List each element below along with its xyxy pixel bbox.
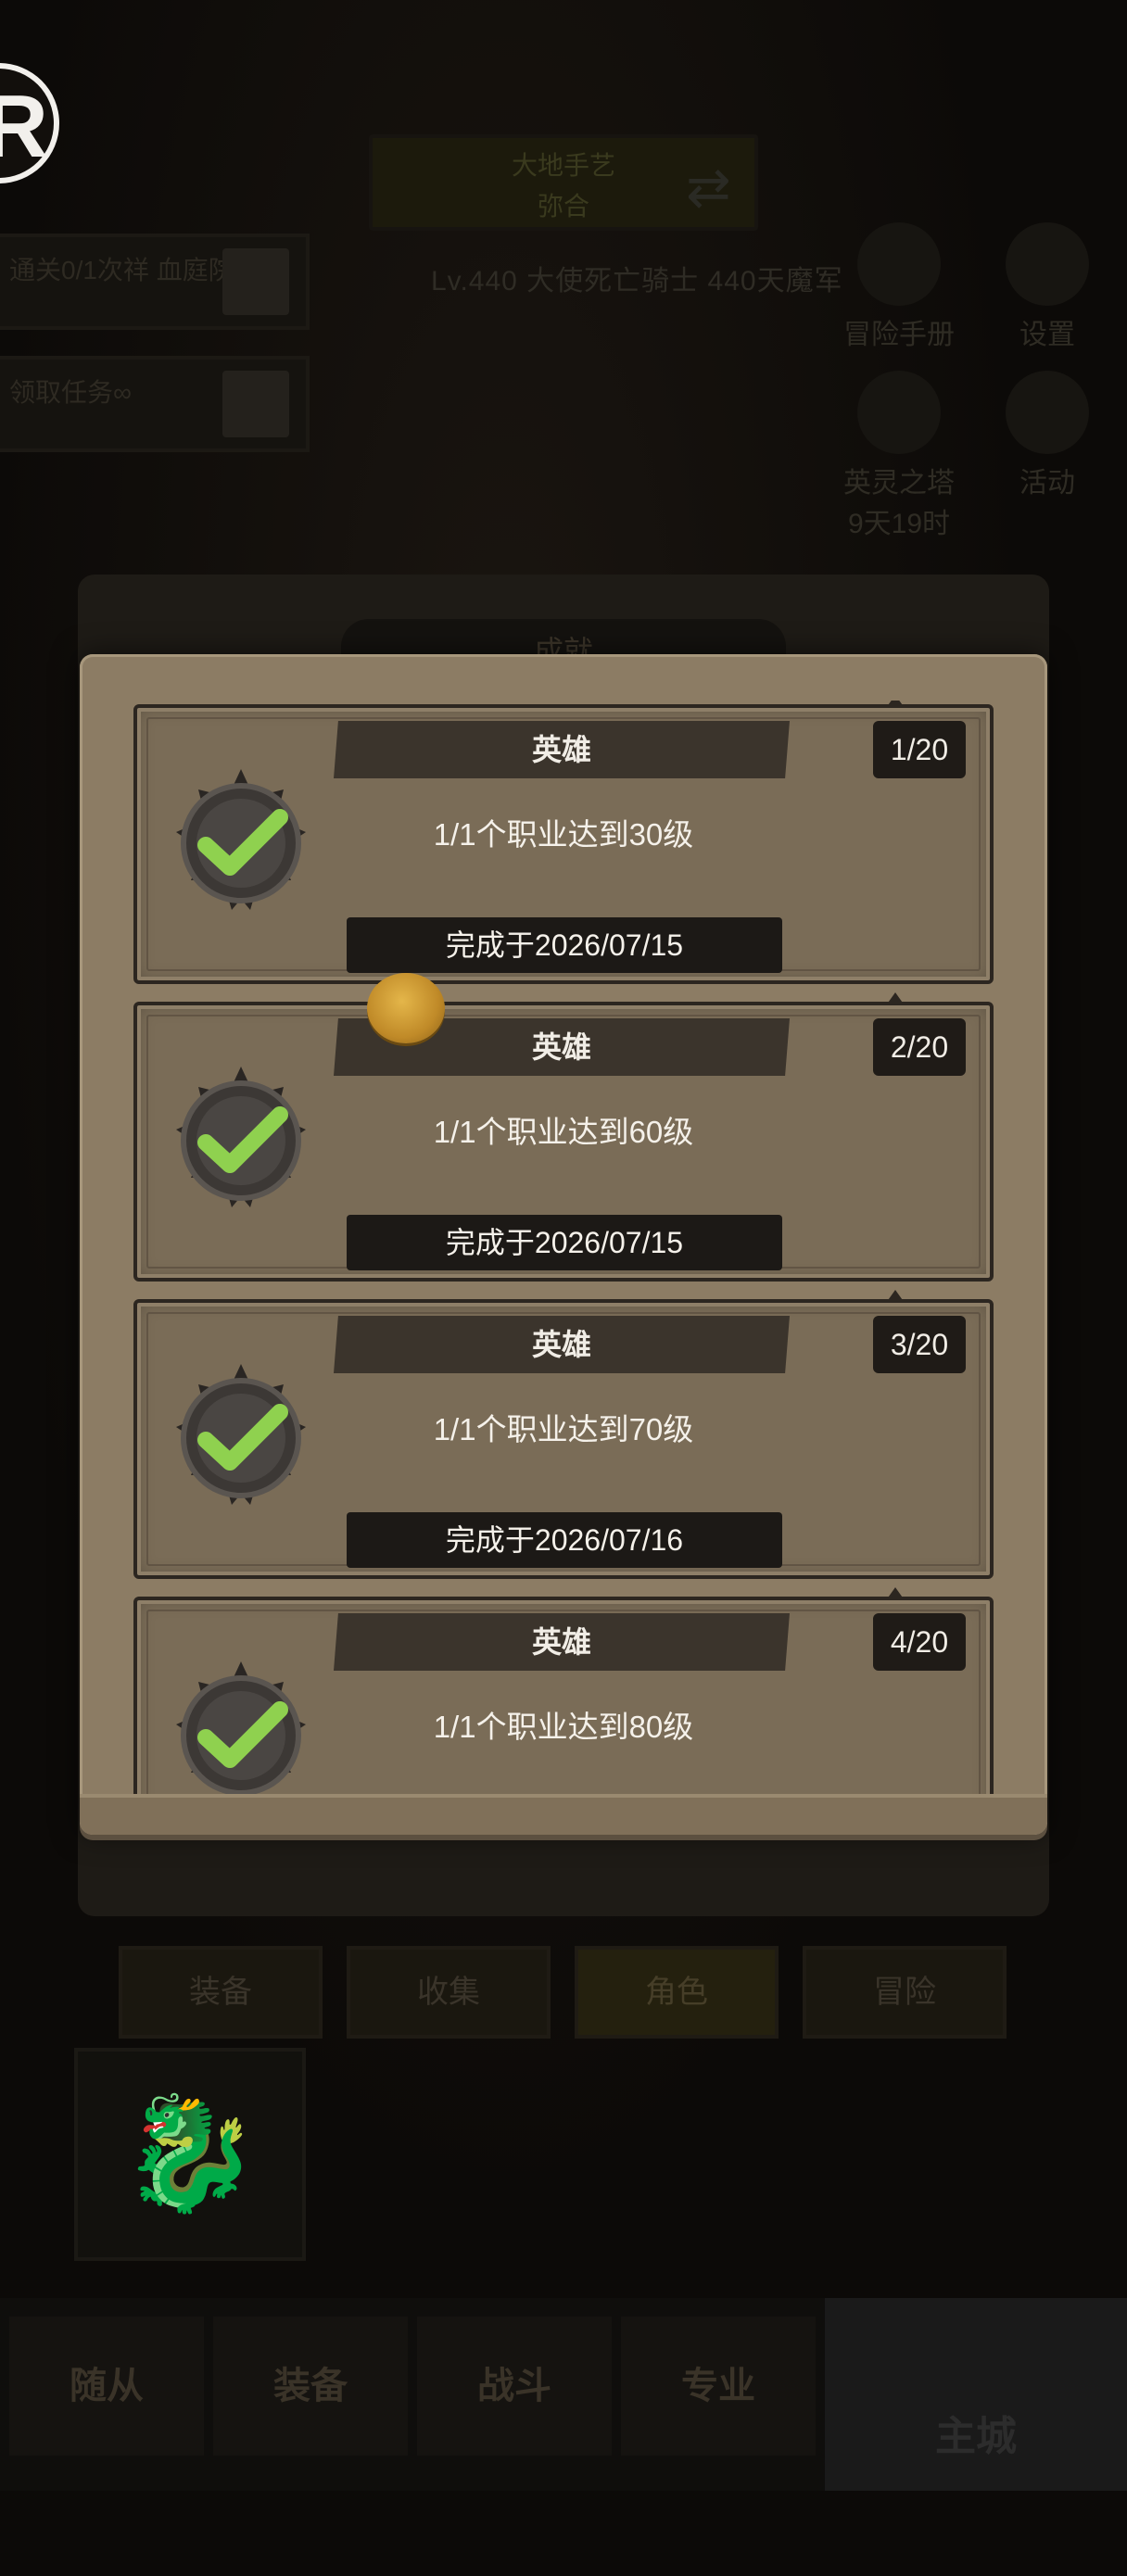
- tower-icon: [857, 371, 941, 454]
- side-button-label: 冒险手册: [843, 320, 955, 350]
- quest-thumb-icon: [222, 248, 289, 315]
- tab-adventure: 冒险: [803, 1946, 1007, 2039]
- achievement-progress: 1/20: [873, 721, 966, 778]
- achievement-description: 1/1个职业达到80级: [433, 1710, 694, 1744]
- bottom-profession: 专业: [621, 2317, 816, 2456]
- achievement-completed-date: 完成于2026/07/16: [347, 1512, 782, 1568]
- achievement-progress: 3/20: [873, 1316, 966, 1373]
- side-button-label: 设置: [1019, 320, 1075, 350]
- quest-label: 领取任务∞: [9, 378, 132, 407]
- achievement-title: 英雄: [334, 1316, 790, 1373]
- calendar-icon: [1006, 371, 1089, 454]
- swap-icon: ⇄: [686, 158, 731, 218]
- card-notch: [886, 1290, 905, 1303]
- achievement-title: 英雄: [334, 721, 790, 778]
- side-button-label: 活动: [1019, 468, 1075, 499]
- tab-equipment: 装备: [119, 1946, 323, 2039]
- check-badge-icon: [176, 1067, 306, 1207]
- check-badge-icon: [176, 769, 306, 910]
- quest-thumb-icon: [222, 371, 289, 437]
- achievement-description: 1/1个职业达到70级: [433, 1412, 694, 1446]
- gold-coin-icon: [367, 973, 445, 1043]
- check-badge-icon: [176, 1364, 306, 1505]
- achievement-title: 英雄: [334, 1613, 790, 1671]
- dialog-bottom-edge: [80, 1794, 1047, 1835]
- card-notch: [886, 701, 905, 708]
- achievement-completed-date: 完成于2026/07/15: [347, 1215, 782, 1270]
- bottom-battle: 战斗: [417, 2317, 612, 2456]
- quest-label: 通关0/1次祥 血庭院: [9, 256, 234, 284]
- achievement-card: 英雄 4/20 1/1个职业达到80级: [133, 1587, 994, 1794]
- bottom-equipment: 装备: [213, 2317, 408, 2456]
- book-icon: [857, 222, 941, 306]
- check-badge-icon: [176, 1661, 306, 1794]
- achievement-card: 英雄 3/20 1/1个职业达到70级 完成于2026/07/16: [133, 1290, 994, 1579]
- quest-tracker-2: 领取任务∞: [0, 356, 310, 452]
- achievement-progress: 2/20: [873, 1018, 966, 1076]
- activity-button: 活动: [992, 371, 1103, 500]
- gear-icon: [1006, 222, 1089, 306]
- hero-info: Lv.440 大使死亡骑士 440天魔军: [431, 266, 843, 297]
- achievement-progress: 4/20: [873, 1613, 966, 1671]
- achievement-card: 英雄 2/20 1/1个职业达到60级 完成于2026/07/15: [133, 992, 994, 1282]
- achievement-completed-date: 完成于2026/07/15: [347, 917, 782, 973]
- adventure-handbook-button: 冒险手册: [843, 222, 955, 352]
- tower-button: 英灵之塔 9天19时: [834, 371, 964, 541]
- bottom-followers: 随从: [9, 2317, 204, 2456]
- tab-collection: 收集: [347, 1946, 551, 2039]
- achievement-card: 英雄 1/20 1/1个职业达到30级 完成于2026/07/15: [133, 701, 994, 984]
- tab-character: 角色: [575, 1946, 779, 2039]
- card-notch: [886, 992, 905, 1005]
- side-button-label: 英灵之塔 9天19时: [843, 468, 955, 539]
- achievement-description: 1/1个职业达到60级: [433, 1115, 694, 1149]
- bottom-main-city: 主城: [825, 2298, 1127, 2491]
- quest-tracker-1: 通关0/1次祥 血庭院: [0, 234, 310, 330]
- card-notch: [886, 1587, 905, 1600]
- pet-portrait: 🐉: [74, 2048, 306, 2261]
- settings-button: 设置: [992, 222, 1103, 352]
- achievement-list[interactable]: 英雄 1/20 1/1个职业达到30级 完成于2026/07/15 英雄 2/2…: [120, 701, 1007, 1794]
- achievement-description: 1/1个职业达到30级: [433, 817, 694, 852]
